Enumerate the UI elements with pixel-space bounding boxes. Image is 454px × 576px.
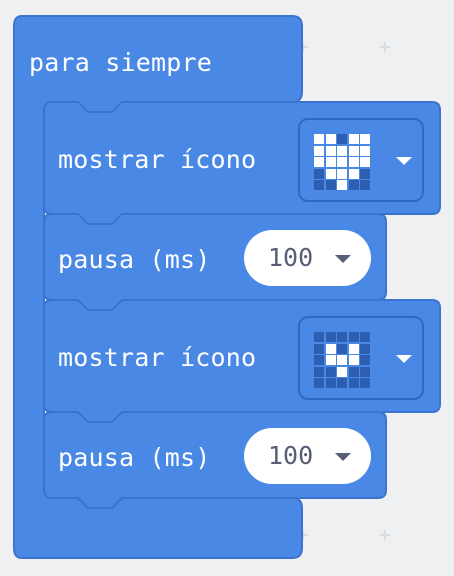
led-on	[360, 157, 370, 167]
pause-duration-dropdown-2[interactable]: 100	[244, 428, 371, 484]
led-off	[325, 366, 336, 377]
led-on	[360, 145, 370, 156]
led-on	[337, 355, 347, 365]
led-on	[348, 157, 359, 167]
led-off	[348, 378, 359, 388]
led-on	[325, 355, 336, 365]
led-off	[325, 378, 336, 388]
led-on	[325, 134, 336, 144]
pause-label-1: pausa (ms)	[58, 245, 211, 274]
led-on	[314, 145, 324, 156]
heart-icon	[314, 134, 370, 190]
pause-duration-dropdown-1[interactable]: 100	[244, 230, 371, 286]
led-off	[360, 343, 370, 354]
led-off	[314, 355, 324, 365]
chevron-down-icon	[396, 157, 412, 165]
led-off	[325, 180, 336, 190]
pause-duration-value: 100	[268, 441, 314, 470]
led-off	[360, 180, 370, 190]
led-on	[314, 157, 324, 167]
led-off	[314, 332, 324, 342]
led-off	[337, 332, 347, 342]
icon-picker-1[interactable]	[298, 118, 424, 202]
led-on	[337, 168, 347, 179]
forever-label: para siempre	[29, 48, 213, 77]
chevron-down-icon	[396, 355, 412, 363]
led-on	[348, 355, 359, 365]
led-off	[348, 366, 359, 377]
led-on	[325, 343, 336, 354]
chevron-down-icon	[335, 453, 351, 461]
led-on	[348, 343, 359, 354]
led-off	[360, 366, 370, 377]
led-off	[337, 343, 347, 354]
icon-picker-2[interactable]	[298, 316, 424, 400]
led-off	[360, 355, 370, 365]
led-off	[337, 134, 347, 144]
led-on	[348, 168, 359, 179]
led-on	[325, 145, 336, 156]
led-on	[337, 157, 347, 167]
pause-label-2: pausa (ms)	[58, 443, 211, 472]
led-off	[314, 168, 324, 179]
led-off	[360, 168, 370, 179]
led-on	[325, 168, 336, 179]
led-on	[314, 134, 324, 144]
led-off	[348, 180, 359, 190]
small-heart-icon	[314, 332, 370, 388]
pause-duration-value: 100	[268, 243, 314, 272]
led-off	[360, 332, 370, 342]
show-icon-label-2: mostrar ícono	[58, 343, 257, 372]
block-shapes	[13, 15, 441, 559]
led-on	[337, 145, 347, 156]
led-off	[348, 332, 359, 342]
led-off	[314, 366, 324, 377]
led-on	[360, 134, 370, 144]
led-on	[337, 366, 347, 377]
led-off	[314, 378, 324, 388]
led-off	[314, 343, 324, 354]
led-on	[337, 180, 347, 190]
chevron-down-icon	[335, 255, 351, 263]
show-icon-label-1: mostrar ícono	[58, 145, 257, 174]
led-off	[325, 332, 336, 342]
led-off	[314, 180, 324, 190]
blocks-workspace[interactable]: para siempre mostrar ícono pausa (ms) 10…	[0, 0, 454, 576]
led-on	[348, 134, 359, 144]
led-on	[325, 157, 336, 167]
led-off	[360, 378, 370, 388]
led-on	[348, 145, 359, 156]
led-off	[337, 378, 347, 388]
